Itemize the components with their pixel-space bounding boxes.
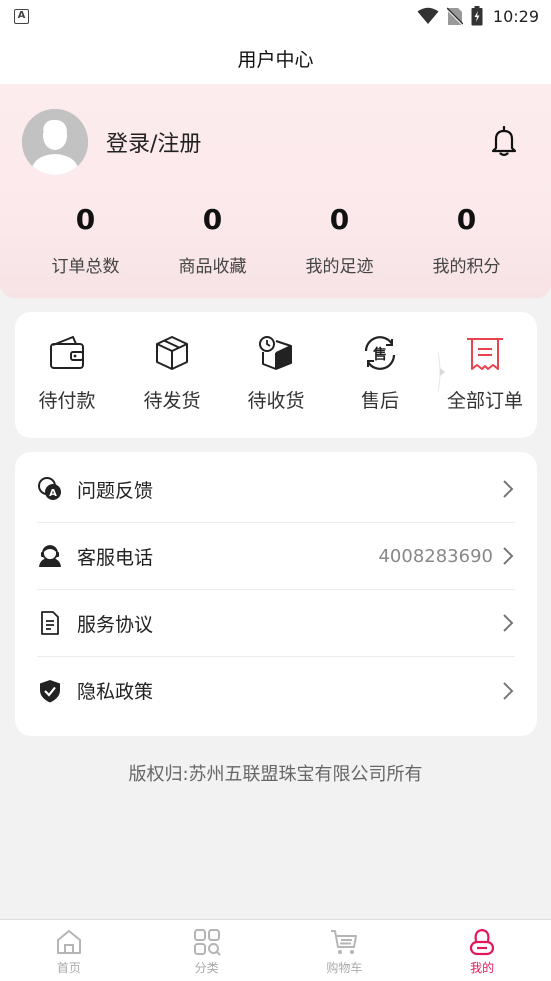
- stat-value: 0: [456, 203, 477, 236]
- tab-label: 分类: [194, 961, 219, 975]
- shield-check-icon: [40, 679, 60, 702]
- menu-card: A 问题反馈 客服电话 4008283690 服务协议 隐私政策: [15, 452, 537, 736]
- chevron-right-icon: [503, 681, 514, 700]
- stats-row: 0 订单总数 0 商品收藏 0 我的足迹 0 我的积分: [22, 200, 530, 277]
- delivery-box-icon: [259, 336, 292, 370]
- phone-number[interactable]: 4008283690: [378, 546, 493, 567]
- chevron-right-icon: [503, 614, 514, 632]
- wifi-icon: [417, 7, 439, 24]
- page-header: 用户中心: [0, 32, 551, 84]
- stat-value: 0: [202, 203, 223, 236]
- tab-category[interactable]: 分类: [138, 920, 276, 981]
- svg-text:售: 售: [372, 346, 387, 363]
- order-label: 待发货: [143, 390, 201, 412]
- menu-item-privacy-policy[interactable]: 隐私政策: [37, 657, 515, 724]
- order-label: 售后: [360, 390, 399, 412]
- tab-label: 购物车: [326, 961, 363, 975]
- tab-profile[interactable]: 我的: [413, 920, 551, 981]
- menu-label: 问题反馈: [77, 479, 154, 502]
- document-icon: [41, 611, 59, 635]
- order-pending-receipt[interactable]: 待收货: [224, 332, 328, 413]
- menu-label: 服务协议: [77, 613, 154, 636]
- tab-label: 我的: [470, 961, 495, 975]
- package-icon: [156, 336, 188, 370]
- profile-icon: [470, 928, 495, 956]
- order-pending-shipment[interactable]: 待发货: [120, 332, 224, 413]
- stat-label: 商品收藏: [178, 257, 247, 277]
- tab-cart[interactable]: 购物车: [276, 920, 414, 981]
- order-pending-payment[interactable]: 待付款: [15, 332, 119, 413]
- customer-service-icon: [39, 545, 61, 567]
- order-label: 待付款: [38, 390, 96, 412]
- stat-value: 0: [329, 203, 350, 236]
- menu-label: 隐私政策: [77, 681, 154, 703]
- stat-value: 0: [75, 203, 96, 236]
- svg-text:A: A: [49, 488, 57, 499]
- bell-icon[interactable]: [489, 125, 519, 157]
- menu-item-customer-service[interactable]: 客服电话 4008283690: [37, 523, 515, 590]
- status-time: 10:29: [492, 6, 539, 26]
- menu-item-feedback[interactable]: A 问题反馈: [37, 456, 515, 523]
- tab-label: 首页: [56, 961, 81, 975]
- no-sim-icon: [446, 6, 463, 26]
- stat-label: 订单总数: [51, 257, 120, 277]
- tab-home[interactable]: 首页: [0, 920, 138, 981]
- stat-label: 我的积分: [432, 257, 501, 277]
- default-avatar-icon[interactable]: [22, 109, 88, 175]
- order-label: 全部订单: [446, 390, 523, 412]
- receipt-icon: [467, 338, 503, 370]
- order-after-sales[interactable]: 售 售后: [328, 332, 432, 413]
- chevron-right-icon: [503, 547, 514, 565]
- wallet-icon: [50, 335, 84, 369]
- notification-badge-icon: A: [14, 8, 29, 24]
- profile-section: 登录/注册 0 订单总数 0 商品收藏 0 我的足迹 0 我的积分: [0, 84, 551, 298]
- bottom-tab-bar: 首页 分类 购物车 我的: [0, 919, 551, 981]
- menu-label: 客服电话: [77, 546, 154, 569]
- stat-footprints[interactable]: 0 我的足迹: [276, 200, 403, 277]
- page-title: 用户中心: [237, 48, 314, 71]
- login-register-link[interactable]: 登录/注册: [106, 126, 201, 158]
- home-icon: [56, 930, 81, 954]
- order-label: 待收货: [247, 390, 305, 412]
- orders-card: 待付款 待发货 待收货 售 售后 全部订单: [15, 312, 537, 438]
- copyright-text: 版权归:苏州五联盟珠宝有限公司所有: [128, 764, 423, 785]
- menu-item-service-agreement[interactable]: 服务协议: [37, 590, 515, 657]
- stat-points[interactable]: 0 我的积分: [403, 200, 530, 277]
- stat-favorites[interactable]: 0 商品收藏: [149, 200, 276, 277]
- status-bar: A 10:29: [0, 0, 551, 32]
- battery-charging-icon: [471, 6, 483, 26]
- stat-order-total[interactable]: 0 订单总数: [22, 200, 149, 277]
- order-all[interactable]: 全部订单: [433, 332, 537, 413]
- category-icon: [193, 929, 221, 956]
- stat-label: 我的足迹: [305, 257, 374, 277]
- feedback-icon: A: [38, 477, 61, 500]
- cart-icon: [331, 930, 358, 954]
- after-sales-icon: 售: [364, 336, 396, 370]
- chevron-right-icon: [503, 480, 514, 498]
